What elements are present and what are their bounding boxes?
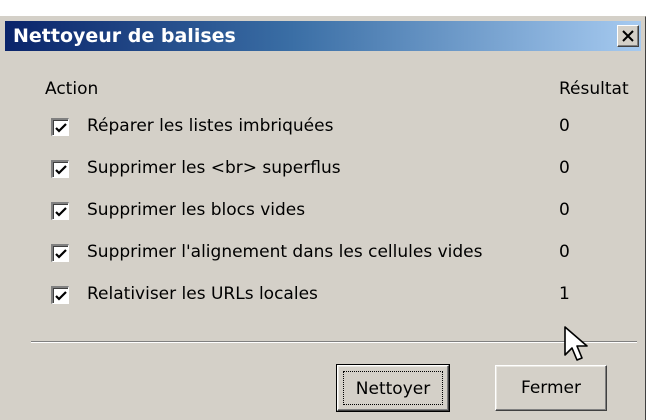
list-item[interactable]: Supprimer les blocs vides 0: [51, 199, 631, 225]
clean-button-label: Nettoyer: [343, 371, 443, 405]
row-result: 0: [559, 116, 570, 136]
close-icon: [622, 27, 634, 47]
mouse-pointer-icon: [563, 325, 591, 369]
dialog-window: Nettoyeur de balises Action Résultat Rép…: [0, 16, 646, 420]
close-dialog-button[interactable]: Fermer: [495, 365, 607, 411]
checkbox-nested-lists[interactable]: [51, 118, 69, 136]
column-header-result: Résultat: [559, 79, 629, 99]
row-label: Relativiser les URLs locales: [87, 284, 318, 304]
list-item[interactable]: Supprimer les <br> superflus 0: [51, 157, 631, 183]
row-label: Supprimer l'alignement dans les cellules…: [87, 242, 483, 262]
checkbox-relative-urls[interactable]: [51, 286, 69, 304]
clean-button[interactable]: Nettoyer: [336, 364, 450, 412]
separator: [31, 341, 637, 343]
list-item[interactable]: Supprimer l'alignement dans les cellules…: [51, 241, 631, 267]
row-label: Supprimer les <br> superflus: [87, 158, 341, 178]
row-label: Réparer les listes imbriquées: [87, 116, 334, 136]
checkbox-empty-cell-alignment[interactable]: [51, 244, 69, 262]
row-result: 0: [559, 200, 570, 220]
close-button[interactable]: [617, 25, 639, 47]
row-label: Supprimer les blocs vides: [87, 200, 306, 220]
checkbox-empty-blocks[interactable]: [51, 202, 69, 220]
row-result: 0: [559, 242, 570, 262]
window-title: Nettoyeur de balises: [13, 25, 236, 47]
row-result: 0: [559, 158, 570, 178]
title-bar[interactable]: Nettoyeur de balises: [5, 21, 641, 51]
list-item[interactable]: Réparer les listes imbriquées 0: [51, 115, 631, 141]
row-result: 1: [559, 284, 570, 304]
column-header-action: Action: [45, 79, 99, 99]
list-item[interactable]: Relativiser les URLs locales 1: [51, 283, 631, 309]
checkbox-extra-br[interactable]: [51, 160, 69, 178]
